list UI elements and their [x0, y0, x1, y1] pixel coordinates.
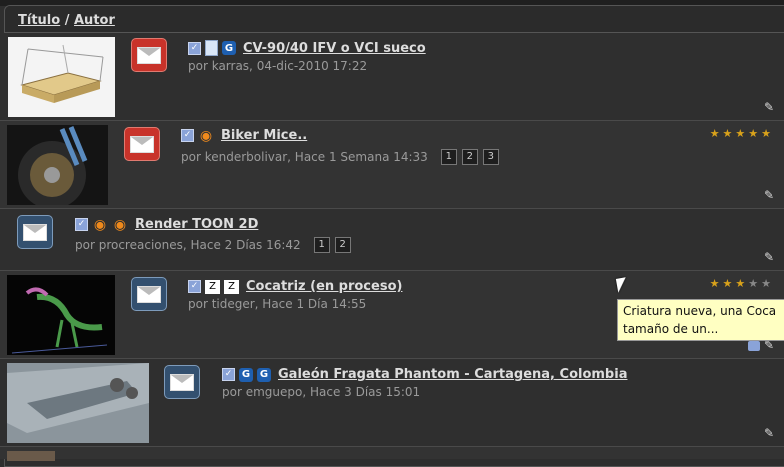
thread-thumbnail[interactable]	[7, 451, 55, 461]
thread-row[interactable]: ✓ G CV-90/40 IFV o VCI sueco por karras,…	[0, 33, 784, 121]
page-link[interactable]: 1	[313, 237, 330, 253]
tag-icon[interactable]	[748, 341, 760, 351]
thread-byline: por tideger, Hace 1 Día 14:55	[188, 297, 366, 311]
blender-icon: ◉	[93, 216, 107, 233]
zbrush-icon: Z	[224, 279, 239, 294]
cinema4d-icon: G	[222, 41, 236, 55]
mail-icon[interactable]	[131, 277, 167, 311]
document-icon	[205, 40, 218, 56]
tooltip-line: Criatura nueva, una Coca	[623, 304, 777, 318]
blender-icon: ◉	[199, 127, 213, 144]
byline-text: por tideger, Hace 1 Día 14:55	[188, 297, 367, 311]
thread-row[interactable]: ✓ ◉ ◉ Render TOON 2D por procreaciones, …	[0, 209, 784, 271]
edit-pencil-icon[interactable]: ✎	[764, 251, 776, 263]
checkbox-icon[interactable]: ✓	[75, 218, 88, 231]
thread-title[interactable]: CV-90/40 IFV o VCI sueco	[243, 41, 426, 56]
list-header: Título / Autor	[5, 6, 784, 33]
motorcycle-wheel-image	[7, 125, 108, 205]
sort-by-title-link[interactable]: Título	[18, 13, 60, 28]
thread-row[interactable]	[0, 447, 784, 461]
rating-stars: ★★★★★	[709, 127, 774, 140]
thread-row[interactable]: ✓ ◉ Biker Mice.. por kenderbolivar, Hace…	[0, 121, 784, 209]
thread-byline: por procreaciones, Hace 2 Días 16:42 1 2	[75, 237, 351, 253]
cinema4d-icon: G	[239, 367, 253, 382]
sofa-image	[8, 37, 115, 117]
description-tooltip: Criatura nueva, una Coca tamaño de un...	[617, 299, 784, 341]
sort-header: Título / Autor	[18, 13, 115, 28]
mail-icon[interactable]	[17, 215, 53, 249]
thread-byline: por karras, 04-dic-2010 17:22	[188, 59, 367, 73]
header-separator: /	[64, 13, 70, 28]
byline-text: por karras, 04-dic-2010 17:22	[188, 59, 368, 73]
cinema4d-icon: G	[257, 367, 271, 382]
checkbox-icon[interactable]: ✓	[188, 280, 201, 293]
edit-pencil-icon[interactable]: ✎	[764, 427, 776, 439]
thread-title[interactable]: Galeón Fragata Phantom - Cartagena, Colo…	[278, 367, 627, 382]
byline-text: por kenderbolivar, Hace 1 Semana 14:33	[181, 150, 428, 164]
thread-thumbnail[interactable]	[7, 363, 149, 443]
tooltip-line: tamaño de un...	[623, 322, 719, 336]
rating-stars: ★★★★★	[709, 277, 774, 290]
checkbox-icon[interactable]: ✓	[188, 41, 201, 55]
mail-icon[interactable]	[124, 127, 160, 161]
page-link[interactable]: 2	[461, 149, 478, 165]
checkbox-icon[interactable]: ✓	[181, 129, 194, 142]
page-link[interactable]: 2	[334, 237, 351, 253]
thread-thumbnail[interactable]	[7, 275, 115, 355]
thread-title[interactable]: Cocatriz (en proceso)	[246, 279, 402, 294]
zbrush-icon: Z	[205, 279, 220, 294]
sort-by-author-link[interactable]: Autor	[74, 13, 115, 28]
edit-pencil-icon[interactable]: ✎	[764, 189, 776, 201]
mail-icon[interactable]	[164, 365, 200, 399]
mail-icon[interactable]	[131, 38, 167, 72]
page-link[interactable]: 1	[440, 149, 457, 165]
thread-thumbnail[interactable]	[7, 125, 108, 205]
blender-icon: ◉	[113, 216, 127, 233]
page-link[interactable]: 3	[482, 149, 499, 165]
thread-byline: por kenderbolivar, Hace 1 Semana 14:33 1…	[181, 149, 499, 165]
thread-title[interactable]: Render TOON 2D	[135, 217, 258, 232]
checkbox-icon[interactable]: ✓	[222, 368, 235, 381]
ship-model-image	[7, 363, 149, 443]
thread-byline: por emguepo, Hace 3 Días 15:01	[222, 385, 420, 399]
cockatrice-creature-image	[7, 275, 115, 355]
edit-pencil-icon[interactable]: ✎	[764, 101, 776, 113]
byline-text: por emguepo, Hace 3 Días 15:01	[222, 385, 421, 399]
byline-text: por procreaciones, Hace 2 Días 16:42	[75, 238, 301, 252]
thread-thumbnail[interactable]	[8, 37, 115, 117]
thread-title[interactable]: Biker Mice..	[221, 128, 307, 143]
thread-row[interactable]: ✓ G G Galeón Fragata Phantom - Cartagena…	[0, 359, 784, 447]
